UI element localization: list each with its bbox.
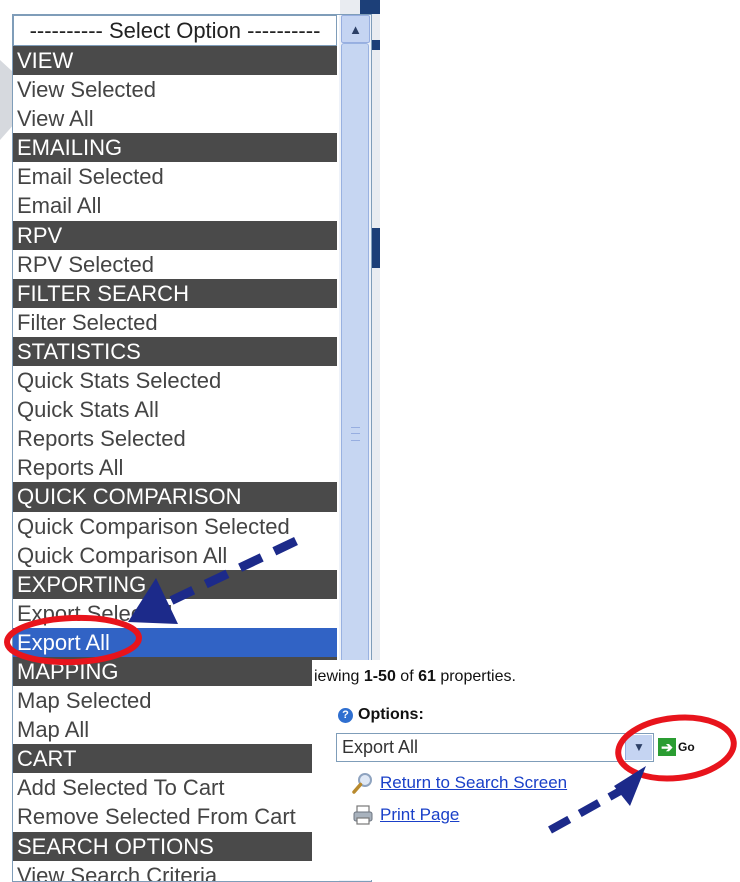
magnifier-icon <box>352 773 372 794</box>
dropdown-option-list: VIEW View Selected View All EMAILING Email S… <box>13 46 337 881</box>
dropdown-option[interactable]: Export Selected <box>13 599 337 628</box>
dropdown-option[interactable]: View Selected <box>13 75 337 104</box>
dropdown-option[interactable]: Reports All <box>13 453 337 482</box>
option-group-header: EXPORTING <box>13 569 337 599</box>
option-group-header: RPV <box>13 220 337 250</box>
option-group-header: SEARCH OPTIONS <box>13 831 337 861</box>
dropdown-option[interactable]: View Search Criteria <box>13 861 337 881</box>
print-page-link[interactable]: Print Page <box>380 805 459 825</box>
results-count-text: iewing 1-50 of 61 properties. <box>314 668 516 685</box>
dropdown-option[interactable]: Quick Stats Selected <box>13 366 337 395</box>
option-group-header: EMAILING <box>13 133 337 163</box>
option-group-header: QUICK COMPARISON <box>13 482 337 512</box>
dropdown-option[interactable]: Quick Stats All <box>13 395 337 424</box>
dropdown-option[interactable]: Email All <box>13 191 337 220</box>
arrow-right-icon: ➔ <box>658 738 676 756</box>
dropdown-option[interactable]: RPV Selected <box>13 250 337 279</box>
scrollbar-grip-icon <box>351 427 360 441</box>
dropdown-option[interactable]: Email Selected <box>13 162 337 191</box>
dropdown-option[interactable]: Add Selected To Cart <box>13 773 337 802</box>
dropdown-option[interactable]: Map Selected <box>13 686 337 715</box>
select-placeholder[interactable]: ---------- Select Option ---------- <box>13 15 337 46</box>
dropdown-option[interactable]: Filter Selected <box>13 308 337 337</box>
chevron-down-icon[interactable]: ▼ <box>625 735 652 760</box>
go-button[interactable]: ➔ Go <box>658 738 695 756</box>
option-group-header: FILTER SEARCH <box>13 278 337 308</box>
printer-icon <box>353 805 373 825</box>
options-select[interactable]: Export All ▼ <box>336 733 654 762</box>
dropdown-option[interactable]: Reports Selected <box>13 424 337 453</box>
dropdown-option[interactable]: View All <box>13 104 337 133</box>
dropdown-option-selected[interactable]: Export All <box>13 627 337 657</box>
dropdown-option[interactable]: Quick Comparison All <box>13 541 337 570</box>
option-group-header: CART <box>13 744 337 774</box>
options-select-value: Export All <box>342 737 419 757</box>
option-group-header: MAPPING <box>13 656 337 687</box>
option-group-header: VIEW <box>13 46 337 76</box>
dropdown-option[interactable]: Map All <box>13 715 337 744</box>
option-group-header: STATISTICS <box>13 336 337 367</box>
print-link-row: Print Page <box>352 804 459 826</box>
dropdown-option[interactable]: Remove Selected From Cart <box>13 802 337 831</box>
options-panel: iewing 1-50 of 61 properties. ? Options:… <box>312 660 740 880</box>
return-link-row: Return to Search Screen <box>352 772 567 794</box>
scroll-up-icon[interactable]: ▲ <box>341 15 370 43</box>
dropdown-option[interactable]: Quick Comparison Selected <box>13 512 337 541</box>
background-page-element <box>360 0 380 14</box>
help-icon[interactable]: ? <box>338 708 353 723</box>
options-label: Options: <box>358 706 424 723</box>
return-to-search-link[interactable]: Return to Search Screen <box>380 773 567 793</box>
go-button-label: Go <box>678 740 695 754</box>
